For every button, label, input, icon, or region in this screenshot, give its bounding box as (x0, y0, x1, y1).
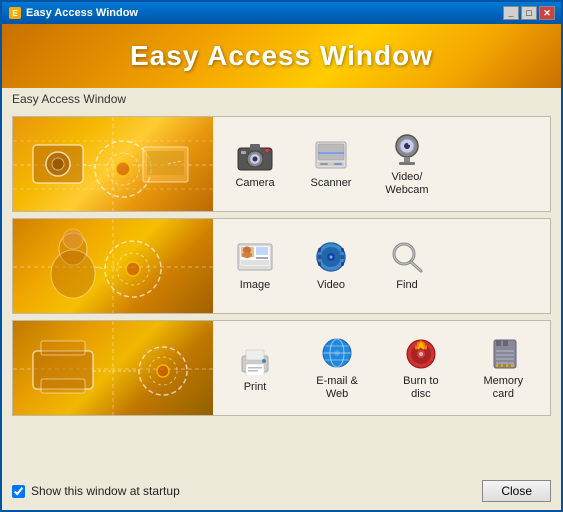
burn-disc-icon (401, 335, 441, 371)
main-window: E Easy Access Window _ □ ✕ Easy Access W… (0, 0, 563, 512)
video-label: Video (317, 279, 345, 292)
camera-icon (235, 137, 275, 173)
section-media-icons: Image (213, 219, 550, 313)
email-icon-item[interactable]: E-mail & Web (305, 335, 369, 401)
camera-label: Camera (235, 177, 274, 190)
section-capture-icons: Camera Scanner (213, 117, 550, 211)
print-icon-item[interactable]: Print (229, 341, 281, 394)
title-bar-left: E Easy Access Window (8, 6, 138, 20)
email-label: E-mail & Web (305, 375, 369, 401)
svg-text:E: E (12, 9, 18, 18)
minimize-button[interactable]: _ (503, 6, 519, 20)
app-icon: E (8, 6, 22, 20)
section-output: Print E-mail & Web (12, 320, 551, 416)
video-icon-item[interactable]: Video (305, 239, 357, 292)
find-icon-item[interactable]: Find (381, 239, 433, 292)
footer: Show this window at startup Close (2, 474, 561, 510)
breadcrumb: Easy Access Window (2, 88, 561, 110)
image-icon-item[interactable]: Image (229, 239, 281, 292)
header-banner: Easy Access Window (2, 24, 561, 88)
close-button-titlebar[interactable]: ✕ (539, 6, 555, 20)
startup-checkbox-area: Show this window at startup (12, 484, 180, 498)
title-bar-buttons: _ □ ✕ (503, 6, 555, 20)
main-content: Camera Scanner (2, 110, 561, 474)
section-capture-image (13, 117, 213, 212)
video-icon (311, 239, 351, 275)
maximize-button[interactable]: □ (521, 6, 537, 20)
find-icon (387, 239, 427, 275)
webcam-icon (387, 131, 427, 167)
section-output-icons: Print E-mail & Web (213, 321, 550, 415)
burn-icon-item[interactable]: Burn to disc (393, 335, 449, 401)
header-title: Easy Access Window (22, 40, 541, 72)
scanner-icon-item[interactable]: Scanner (305, 137, 357, 190)
find-label: Find (396, 279, 417, 292)
memcard-label: Memory card (473, 375, 534, 401)
window-title: Easy Access Window (26, 7, 138, 19)
startup-checkbox-label[interactable]: Show this window at startup (31, 484, 180, 498)
section-media: Image (12, 218, 551, 314)
print-label: Print (244, 381, 267, 394)
scanner-icon (311, 137, 351, 173)
section-capture: Camera Scanner (12, 116, 551, 212)
memory-card-icon (483, 335, 523, 371)
burn-label: Burn to disc (393, 375, 449, 401)
title-bar: E Easy Access Window _ □ ✕ (2, 2, 561, 24)
webcam-label: Video/Webcam (385, 171, 428, 197)
camera-icon-item[interactable]: Camera (229, 137, 281, 190)
scanner-label: Scanner (311, 177, 352, 190)
section-media-image (13, 219, 213, 314)
image-icon (235, 239, 275, 275)
close-button[interactable]: Close (482, 480, 551, 502)
startup-checkbox[interactable] (12, 485, 25, 498)
image-label: Image (240, 279, 271, 292)
webcam-icon-item[interactable]: Video/Webcam (381, 131, 433, 197)
email-web-icon (317, 335, 357, 371)
memcard-icon-item[interactable]: Memory card (473, 335, 534, 401)
print-icon (235, 341, 275, 377)
section-output-image (13, 321, 213, 416)
